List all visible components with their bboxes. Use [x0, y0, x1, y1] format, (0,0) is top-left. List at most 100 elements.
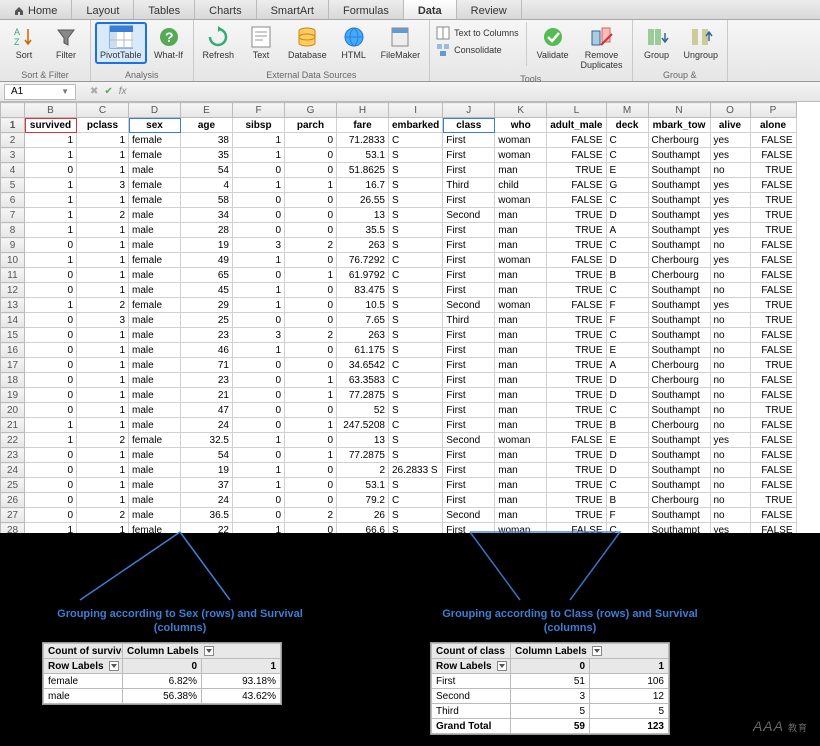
cell[interactable]: First — [443, 418, 495, 433]
cell[interactable]: no — [710, 508, 750, 523]
header-cell[interactable]: mbark_tow — [648, 118, 710, 133]
cell[interactable]: 1 — [25, 208, 77, 223]
cell[interactable]: FALSE — [750, 433, 796, 448]
cell[interactable]: FALSE — [547, 253, 606, 268]
cell[interactable]: 1 — [25, 298, 77, 313]
cell[interactable]: female — [129, 193, 181, 208]
cell[interactable]: child — [495, 178, 547, 193]
row-header[interactable]: 26 — [1, 493, 25, 508]
cell[interactable]: Southampt — [648, 433, 710, 448]
cell[interactable]: TRUE — [750, 313, 796, 328]
cell[interactable]: First — [443, 268, 495, 283]
cell[interactable]: 2 — [77, 298, 129, 313]
cell[interactable]: 10.5 — [337, 298, 389, 313]
col-header[interactable]: M — [606, 103, 648, 118]
cell[interactable]: C — [606, 148, 648, 163]
cell[interactable]: 3 — [233, 328, 285, 343]
row-header[interactable]: 21 — [1, 418, 25, 433]
cell[interactable]: First — [443, 193, 495, 208]
col-header[interactable]: O — [710, 103, 750, 118]
cell[interactable]: no — [710, 313, 750, 328]
cell[interactable]: Southampt — [648, 343, 710, 358]
row-header[interactable]: 2 — [1, 133, 25, 148]
cell[interactable]: 0 — [25, 313, 77, 328]
cell[interactable]: male — [129, 223, 181, 238]
cell[interactable]: D — [606, 253, 648, 268]
row-header[interactable]: 9 — [1, 238, 25, 253]
text-button[interactable]: Text — [241, 22, 281, 64]
col-header[interactable]: E — [181, 103, 233, 118]
header-cell[interactable]: who — [495, 118, 547, 133]
cell[interactable]: 247.5208 — [337, 418, 389, 433]
cell[interactable]: no — [710, 373, 750, 388]
cell[interactable]: 0 — [285, 148, 337, 163]
cell[interactable]: no — [710, 358, 750, 373]
cell[interactable]: D — [606, 463, 648, 478]
cell[interactable]: 0 — [25, 283, 77, 298]
cell[interactable]: S — [389, 328, 443, 343]
cell[interactable]: man — [495, 463, 547, 478]
cell[interactable]: 2 — [337, 463, 389, 478]
spreadsheet-grid[interactable]: BCDEFGHIJKLMNOP1survivedpclasssexagesibs… — [0, 102, 820, 583]
cell[interactable]: male — [129, 478, 181, 493]
cell[interactable]: First — [443, 448, 495, 463]
cell[interactable]: 1 — [77, 418, 129, 433]
cell[interactable]: 32.5 — [181, 433, 233, 448]
cell[interactable]: C — [606, 133, 648, 148]
cancel-icon[interactable]: ✖ — [90, 86, 98, 97]
sort-button[interactable]: AZSort — [4, 22, 44, 64]
cell[interactable]: 0 — [285, 283, 337, 298]
cell[interactable]: 0 — [233, 193, 285, 208]
cell[interactable]: S — [389, 238, 443, 253]
cell[interactable]: FALSE — [750, 418, 796, 433]
cell[interactable]: yes — [710, 208, 750, 223]
cell[interactable]: 0 — [233, 223, 285, 238]
cell[interactable]: FALSE — [750, 283, 796, 298]
cell[interactable]: man — [495, 238, 547, 253]
cell[interactable]: 77.2875 — [337, 448, 389, 463]
cell[interactable]: 1 — [77, 388, 129, 403]
cell[interactable]: male — [129, 493, 181, 508]
cell[interactable]: 1 — [285, 418, 337, 433]
cell[interactable]: E — [606, 343, 648, 358]
row-header[interactable]: 17 — [1, 358, 25, 373]
cell[interactable]: 46 — [181, 343, 233, 358]
cell[interactable]: TRUE — [750, 298, 796, 313]
cell[interactable]: First — [443, 133, 495, 148]
cell[interactable]: 2 — [285, 238, 337, 253]
row-header[interactable]: 18 — [1, 373, 25, 388]
row-header[interactable]: 13 — [1, 298, 25, 313]
cell[interactable]: TRUE — [547, 448, 606, 463]
cell[interactable]: 1 — [25, 433, 77, 448]
cell[interactable]: 13 — [337, 208, 389, 223]
cell[interactable]: 19 — [181, 463, 233, 478]
cell[interactable]: male — [129, 448, 181, 463]
consol-button[interactable]: Consolidate — [434, 42, 521, 58]
cell[interactable]: Cherbourg — [648, 358, 710, 373]
cell[interactable]: no — [710, 238, 750, 253]
cell[interactable]: TRUE — [547, 478, 606, 493]
cell[interactable]: 1 — [77, 223, 129, 238]
cell[interactable]: 0 — [25, 373, 77, 388]
cell[interactable]: FALSE — [750, 328, 796, 343]
row-header[interactable]: 4 — [1, 163, 25, 178]
cell[interactable]: 1 — [77, 193, 129, 208]
cell[interactable]: 3 — [77, 178, 129, 193]
cell[interactable]: Southampt — [648, 403, 710, 418]
cell[interactable]: 13 — [337, 433, 389, 448]
cell[interactable]: 1 — [25, 178, 77, 193]
cell[interactable]: 0 — [233, 373, 285, 388]
cell[interactable]: TRUE — [547, 268, 606, 283]
cell[interactable]: 1 — [77, 328, 129, 343]
col-header[interactable]: D — [129, 103, 181, 118]
cell[interactable]: TRUE — [547, 358, 606, 373]
cell[interactable]: male — [129, 403, 181, 418]
cell[interactable]: 58 — [181, 193, 233, 208]
cell[interactable]: 1 — [285, 178, 337, 193]
cell[interactable]: 0 — [285, 223, 337, 238]
cell[interactable]: Southampt — [648, 238, 710, 253]
cell[interactable]: TRUE — [750, 193, 796, 208]
cell[interactable]: FALSE — [547, 148, 606, 163]
header-cell[interactable]: embarked — [389, 118, 443, 133]
header-cell[interactable]: sex — [129, 118, 181, 133]
